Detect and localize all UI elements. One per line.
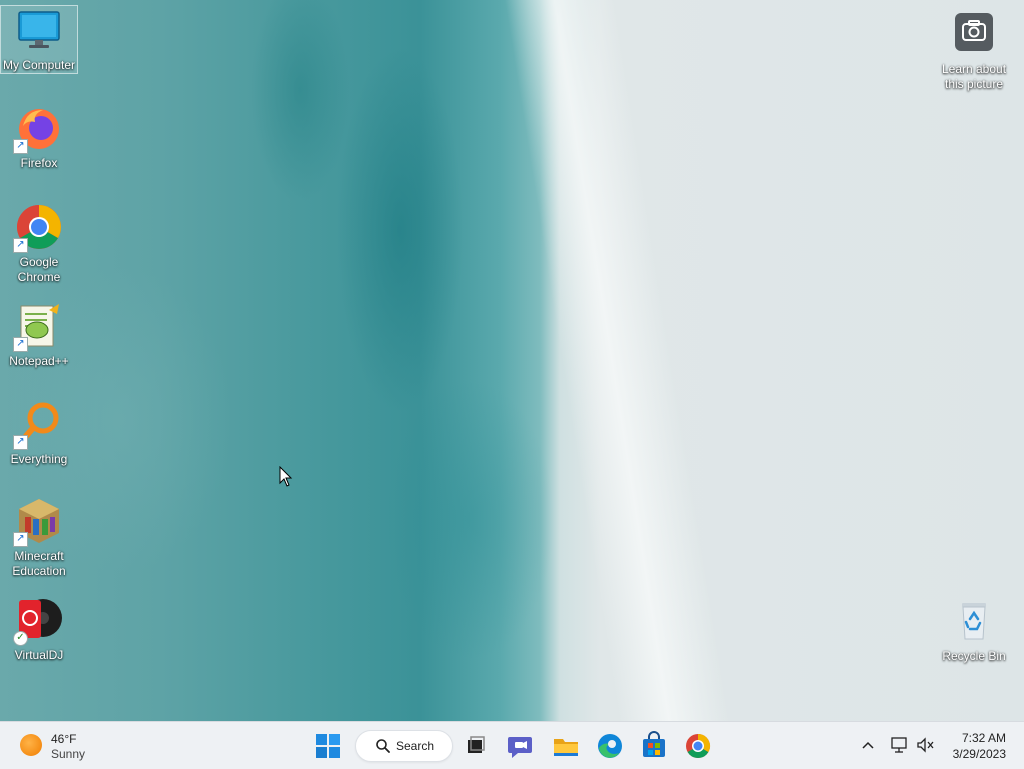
desktop-icon-label: My Computer	[2, 58, 76, 72]
edge-button[interactable]	[595, 731, 625, 761]
sync-check-icon: ✓	[13, 631, 28, 646]
network-status-button[interactable]	[889, 734, 911, 756]
search-icon	[376, 739, 390, 753]
clock-time: 7:32 AM	[961, 731, 1006, 745]
desktop-icon-label: Everything	[10, 452, 68, 466]
desktop-icon-label: Firefox	[20, 156, 58, 170]
teams-chat-button[interactable]	[506, 731, 536, 761]
shortcut-arrow-icon: ↗	[13, 238, 28, 253]
monitor-icon	[15, 6, 63, 54]
clock-date: 3/29/2023	[952, 747, 1006, 761]
virtualdj-icon: ✓	[13, 596, 63, 646]
desktop-icon-label: Recycle Bin	[942, 649, 1006, 663]
wallpaper-shoreline	[505, 0, 730, 721]
weather-condition: Sunny	[51, 747, 86, 761]
shortcut-arrow-icon: ↗	[13, 139, 28, 154]
desktop-icon-minecraft-education[interactable]: ↗ Minecraft Education	[1, 497, 77, 579]
desktop-icon-label: Learn about this picture	[941, 62, 1007, 91]
file-explorer-icon	[554, 739, 578, 756]
weather-temperature: 46°F	[51, 732, 77, 746]
desktop-icon-label: Minecraft Education	[12, 549, 66, 578]
notepadpp-icon: ↗	[13, 302, 63, 352]
show-hidden-icons-button[interactable]	[856, 734, 880, 758]
desktop-icon-learn-about-picture[interactable]: Learn about this picture	[936, 10, 1012, 92]
desktop-icon-virtualdj[interactable]: ✓ VirtualDJ	[1, 596, 77, 663]
desktop-icon-google-chrome[interactable]: ↗ Google Chrome	[1, 203, 77, 285]
sun-icon	[20, 734, 42, 756]
desktop-icon-recycle-bin[interactable]: Recycle Bin	[936, 597, 1012, 664]
chrome-taskbar-button[interactable]	[683, 731, 713, 761]
recycle-bin-icon	[950, 597, 998, 645]
chrome-icon	[686, 734, 711, 759]
desktop-icon-label: VirtualDJ	[14, 648, 64, 662]
volume-button[interactable]	[915, 734, 937, 756]
search-label: Search	[396, 739, 435, 753]
store-button[interactable]	[639, 731, 669, 761]
file-explorer-button[interactable]	[551, 731, 581, 761]
desktop-icon-my-computer[interactable]: My Computer	[0, 5, 78, 74]
everything-search-icon: ↗	[13, 400, 63, 450]
mouse-pointer-icon	[279, 465, 293, 492]
shortcut-arrow-icon: ↗	[13, 532, 28, 547]
start-icon	[316, 734, 340, 758]
desktop-icon-label: Notepad++	[9, 354, 69, 368]
camera-icon	[950, 10, 998, 58]
task-view-button[interactable]	[461, 731, 491, 761]
taskbar-search-box[interactable]: Search	[355, 730, 453, 762]
volume-muted-icon	[917, 737, 934, 753]
desktop-icon-notepadpp[interactable]: ↗ Notepad++	[1, 302, 77, 369]
taskbar: 46°F Sunny Search 7:32 AM 3/29/2023	[0, 721, 1024, 769]
desktop-icon-firefox[interactable]: ↗ Firefox	[1, 104, 77, 171]
shortcut-arrow-icon: ↗	[13, 435, 28, 450]
network-icon	[891, 737, 907, 753]
teams-chat-icon	[508, 737, 532, 758]
task-view-icon	[468, 736, 485, 753]
minecraft-education-icon: ↗	[13, 497, 63, 547]
desktop-wallpaper: My Computer ↗ Firefox ↗ Google Chrome ↗ …	[0, 0, 1024, 721]
edge-icon	[598, 734, 622, 758]
chevron-up-icon	[862, 741, 874, 749]
desktop-icon-label: Google Chrome	[17, 255, 61, 284]
store-icon	[643, 731, 665, 757]
shortcut-arrow-icon: ↗	[13, 337, 28, 352]
clock[interactable]: 7:32 AM 3/29/2023	[953, 730, 1006, 762]
desktop-icon-everything[interactable]: ↗ Everything	[1, 400, 77, 467]
start-button[interactable]	[313, 731, 343, 761]
chrome-icon: ↗	[13, 203, 63, 253]
firefox-icon: ↗	[13, 104, 63, 154]
